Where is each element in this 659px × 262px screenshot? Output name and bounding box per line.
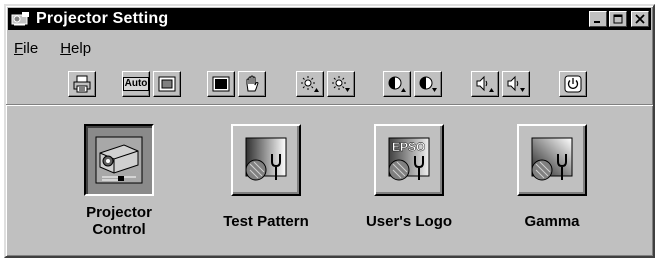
close-button[interactable] (631, 11, 649, 27)
screen-icon (158, 76, 176, 92)
contrast-down-icon (419, 76, 437, 92)
app-icon[interactable] (11, 10, 31, 28)
minimize-icon (594, 21, 600, 23)
toolbar-group-display (207, 70, 266, 98)
projector-icon (95, 136, 143, 184)
contrast-down-button[interactable] (414, 71, 442, 97)
test-pattern-icon (245, 137, 287, 181)
minimize-button[interactable] (589, 11, 607, 27)
toolbar-group-auto: Auto (122, 70, 181, 98)
auto-label: Auto (122, 77, 150, 91)
tile-label: User's Logo (365, 213, 453, 230)
black-screen-icon (212, 76, 230, 92)
volume-down-button[interactable] (502, 71, 530, 97)
print-button[interactable] (68, 71, 96, 97)
users-logo-icon: EPSO (388, 137, 430, 181)
tile-label-line1: Projector (86, 204, 152, 221)
tile-users-logo[interactable]: EPSO User's Logo (344, 124, 474, 230)
volume-down-icon (507, 75, 525, 92)
brightness-down-icon (332, 76, 350, 92)
brightness-up-button[interactable] (296, 71, 324, 97)
caption-buttons (589, 11, 649, 27)
toolbar: Auto (6, 70, 653, 98)
maximize-icon (613, 14, 623, 24)
menu-bar: File Help (14, 40, 91, 57)
power-button[interactable] (559, 71, 587, 97)
hand-icon (246, 75, 259, 92)
power-icon (564, 75, 582, 93)
title-bar[interactable]: Projector Setting (8, 8, 651, 30)
menu-file[interactable]: File (14, 40, 38, 57)
menu-help[interactable]: Help (60, 40, 91, 57)
toolbar-separator (6, 104, 653, 106)
projector-setting-window: Projector Setting File Help Auto Project… (4, 4, 655, 258)
volume-up-icon (476, 75, 494, 92)
menu-help-label: elp (71, 40, 92, 57)
toolbar-group-contrast (383, 70, 442, 98)
toolbar-group-volume (471, 70, 530, 98)
screen-button[interactable] (153, 71, 181, 97)
black-screen-button[interactable] (207, 71, 235, 97)
tile-test-pattern[interactable]: Test Pattern (201, 124, 331, 230)
contrast-up-button[interactable] (383, 71, 411, 97)
menu-file-mnemonic: F (14, 40, 24, 57)
menu-help-mnemonic: H (60, 40, 72, 57)
volume-up-button[interactable] (471, 71, 499, 97)
users-logo-button[interactable]: EPSO (374, 124, 444, 196)
users-logo-icon-text: EPSO (392, 140, 425, 154)
window-title: Projector Setting (36, 10, 169, 27)
tile-label: Gamma (524, 213, 580, 230)
close-icon (635, 14, 645, 24)
gamma-button[interactable] (517, 124, 587, 196)
tile-projector-control[interactable]: Projector Control (54, 124, 184, 238)
brightness-up-icon (301, 76, 319, 92)
main-panel: Projector Control Test Pattern EPSO User… (6, 114, 653, 252)
maximize-button[interactable] (609, 11, 627, 27)
printer-icon (73, 75, 91, 93)
toolbar-group-print (68, 70, 96, 98)
tile-label-line2: Control (92, 221, 146, 238)
menu-file-label: ile (23, 40, 39, 57)
contrast-up-icon (388, 76, 406, 92)
toolbar-group-power (559, 70, 587, 98)
gamma-icon (531, 137, 573, 181)
toolbar-group-brightness (296, 70, 355, 98)
test-pattern-button[interactable] (231, 124, 301, 196)
projector-control-button[interactable] (84, 124, 154, 196)
tile-label: Test Pattern (223, 213, 309, 230)
tile-gamma[interactable]: Gamma (487, 124, 617, 230)
freeze-button[interactable] (238, 71, 266, 97)
auto-button[interactable]: Auto (122, 71, 150, 97)
brightness-down-button[interactable] (327, 71, 355, 97)
